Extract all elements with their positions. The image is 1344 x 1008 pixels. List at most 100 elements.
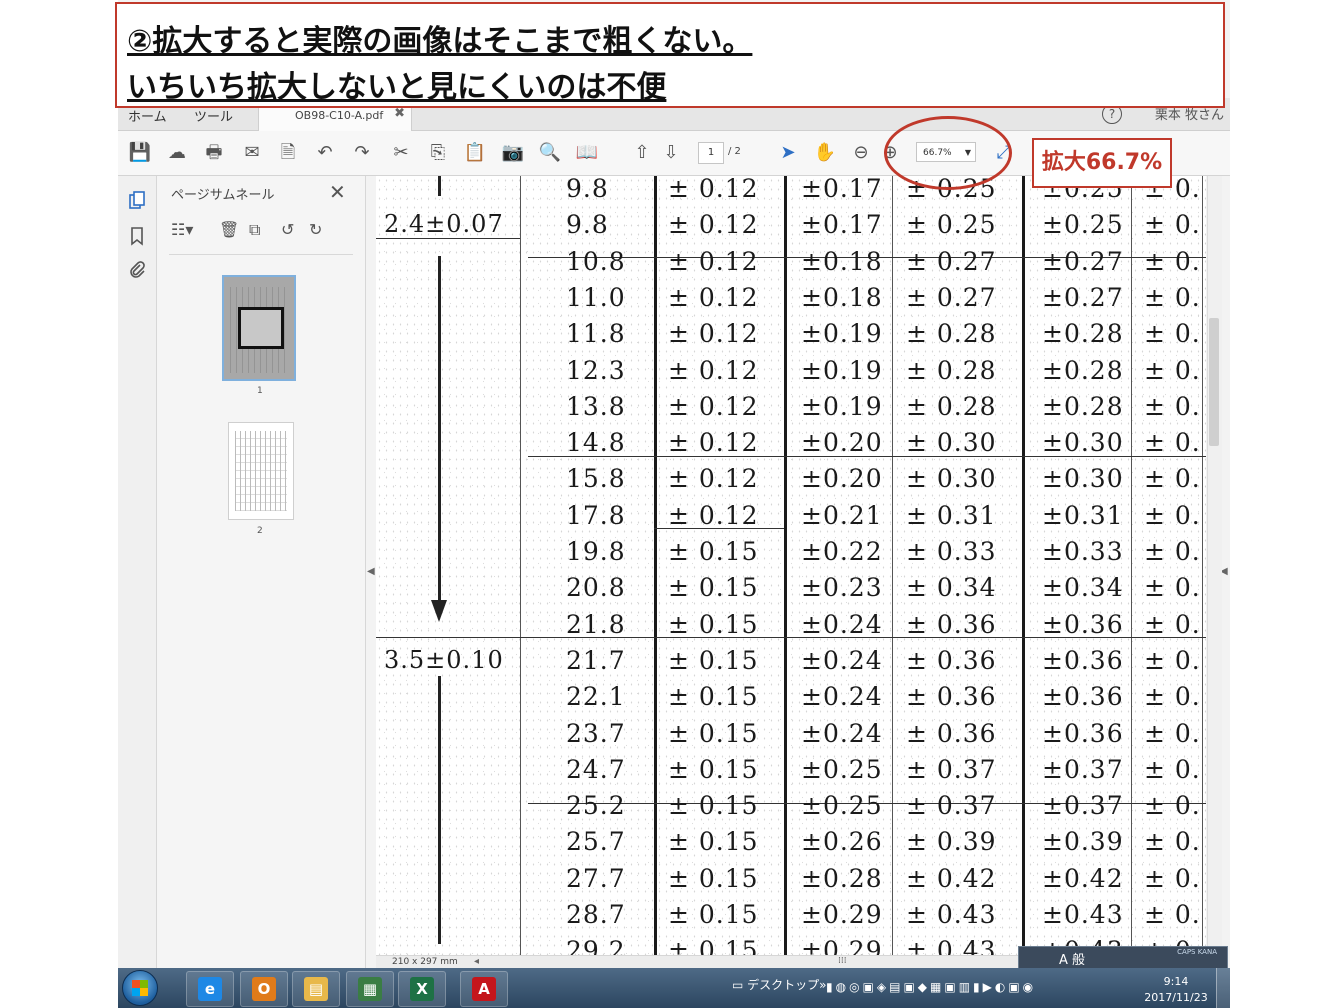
document-page: 9.8 ± 0.12 ±0.17 ± 0.25 ±0.25 ± 0. 9.8 ± 0.12 ±0… [376,176,1206,956]
table-cell: ± 0.15 [668,863,759,893]
range-arrow-line [438,256,441,608]
find-icon[interactable]: 🔍 [538,141,562,165]
viewport-indicator[interactable] [238,307,284,349]
mail-icon[interactable]: ✉ [240,141,264,165]
page-total: / 2 [728,146,741,157]
search-doc-icon[interactable]: 🗎 [276,141,300,165]
table-cell: ± 0. [1144,682,1201,712]
table-cell: ± 0.15 [668,936,759,956]
table-cell: ±0.36 [1042,609,1124,639]
table-cell: ±0.25 [801,791,883,821]
zoom-annotation-label: 拡大66.7% [1032,138,1172,188]
table-cell: ± 0.12 [668,355,759,385]
redo-icon[interactable]: ↷ [350,141,374,165]
table-cell: ± 0. [1144,246,1201,276]
close-tab-icon[interactable]: ✖ [394,106,405,121]
copy-icon[interactable]: ⎘ [426,141,450,165]
table-cell: ±0.42 [1042,863,1124,893]
prev-page-icon[interactable]: ⇧ [630,141,654,165]
table-cell: ±0.28 [1042,355,1124,385]
table-cell: ±0.43 [1042,900,1124,929]
table-cell: ±0.24 [801,609,883,639]
windows-logo-icon [132,980,148,996]
undo-icon[interactable]: ↶ [313,141,337,165]
taskbar-app-app[interactable]: ▦ [346,971,394,1007]
tab-tools[interactable]: ツール [194,106,233,125]
read-mode-icon[interactable]: 📖 [575,141,599,165]
navigation-rail [118,176,157,968]
page-thumbnail-1[interactable] [222,275,296,381]
rotate-right-icon[interactable]: ↻ [309,220,322,239]
table-cell: ± 0. [1144,391,1201,421]
table-cell: ±0.18 [801,246,883,276]
page-label-2: 2 [257,526,263,536]
taskbar-app-explorer[interactable]: ▤ [292,971,340,1007]
table-cell: ±0.27 [1042,282,1124,312]
table-cell: ± 0.12 [668,176,759,203]
collapse-left-icon[interactable]: ◀ [367,566,375,577]
table-cell: ± 0.12 [668,246,759,276]
table-cell: ± 0. [1144,428,1201,458]
table-cell: ± 0.36 [906,682,997,712]
snapshot-icon[interactable]: 📷 [501,141,525,165]
app-icon: ▦ [358,977,382,1001]
rotate-left-icon[interactable]: ↺ [281,220,294,239]
attachment-icon[interactable] [127,260,147,280]
vertical-scrollbar[interactable] [1207,176,1222,956]
table-cell: ± 0. [1144,573,1201,603]
clock[interactable]: 9:14 2017/11/23 [1144,974,1208,1006]
table-cell: ±0.25 [1042,210,1124,240]
taskbar-app-excel[interactable]: X [398,971,446,1007]
table-cell: 12.3 [566,355,626,385]
start-button[interactable] [122,970,158,1006]
language-bar[interactable]: A 般 CAPS KANA [1018,946,1228,970]
range-arrow-line [438,176,441,196]
table-cell: ± 0.15 [668,645,759,675]
taskbar-app-acrobat[interactable]: A [460,971,508,1007]
scrollbar-thumb[interactable] [1209,318,1219,446]
zoom-out-icon[interactable]: ⊖ [849,141,873,165]
table-cell: ± 0. [1144,210,1201,240]
table-cell: ±0.39 [1042,827,1124,857]
thumbnail-tools: ☷▾ 🗑 ⧉ ↺ ↻ [169,220,349,246]
desktop-toolbar[interactable]: ▭ デスクトップ» [732,976,827,993]
table-cell: ± 0.15 [668,609,759,639]
table-cell: 15.8 [566,464,626,494]
taskbar-app-ie[interactable]: e [186,971,234,1007]
bookmark-icon[interactable] [127,226,147,246]
grip-icon[interactable]: ⁞⁞⁞ [838,956,847,966]
delete-icon[interactable]: 🗑 [219,220,239,239]
table-cell: ± 0.36 [906,609,997,639]
save-icon[interactable]: 💾 [128,141,152,165]
range-arrow-head [431,600,447,622]
table-cell: 21.8 [566,609,626,639]
table-cell: ±0.19 [801,319,883,349]
close-icon[interactable]: ✕ [329,180,346,204]
print-icon[interactable]: 🖶 [202,141,226,165]
scroll-left-icon[interactable]: ◂ [474,956,479,967]
taskbar-app-outlook[interactable]: O [240,971,288,1007]
page-thumbnails-icon[interactable] [127,190,147,210]
page-number-input[interactable]: 1 [698,142,724,164]
hand-tool-icon[interactable]: ✋ [813,141,837,165]
show-desktop-button[interactable] [1216,968,1231,1008]
table-cell: ±0.26 [801,827,883,857]
options-menu-icon[interactable]: ☷▾ [171,220,193,239]
ime-mode[interactable]: A 般 [1059,949,1085,968]
paste-icon[interactable]: 📋 [463,141,487,165]
annotation-line-2: いちいち拡大しないと見にくいのは不便 [127,70,667,105]
next-page-icon[interactable]: ⇩ [659,141,683,165]
cut-icon[interactable]: ✂ [389,141,413,165]
tab-home[interactable]: ホーム [128,106,167,125]
upload-icon[interactable]: ☁ [165,141,189,165]
extract-icon[interactable]: ⧉ [249,220,260,240]
table-cell: 23.7 [566,718,626,748]
table-cell: ±0.36 [1042,718,1124,748]
table-cell: 17.8 [566,500,626,530]
system-tray[interactable]: ▮◍◎▣◈▤▣◆▦▣▥▮▶◐▣◉ [826,980,1126,996]
table-cell: ± 0. [1144,464,1201,494]
table-cell: ± 0.27 [906,282,997,312]
page-thumbnail-2[interactable] [228,422,294,520]
table-cell: 28.7 [566,900,626,929]
select-tool-icon[interactable]: ➤ [776,141,800,165]
